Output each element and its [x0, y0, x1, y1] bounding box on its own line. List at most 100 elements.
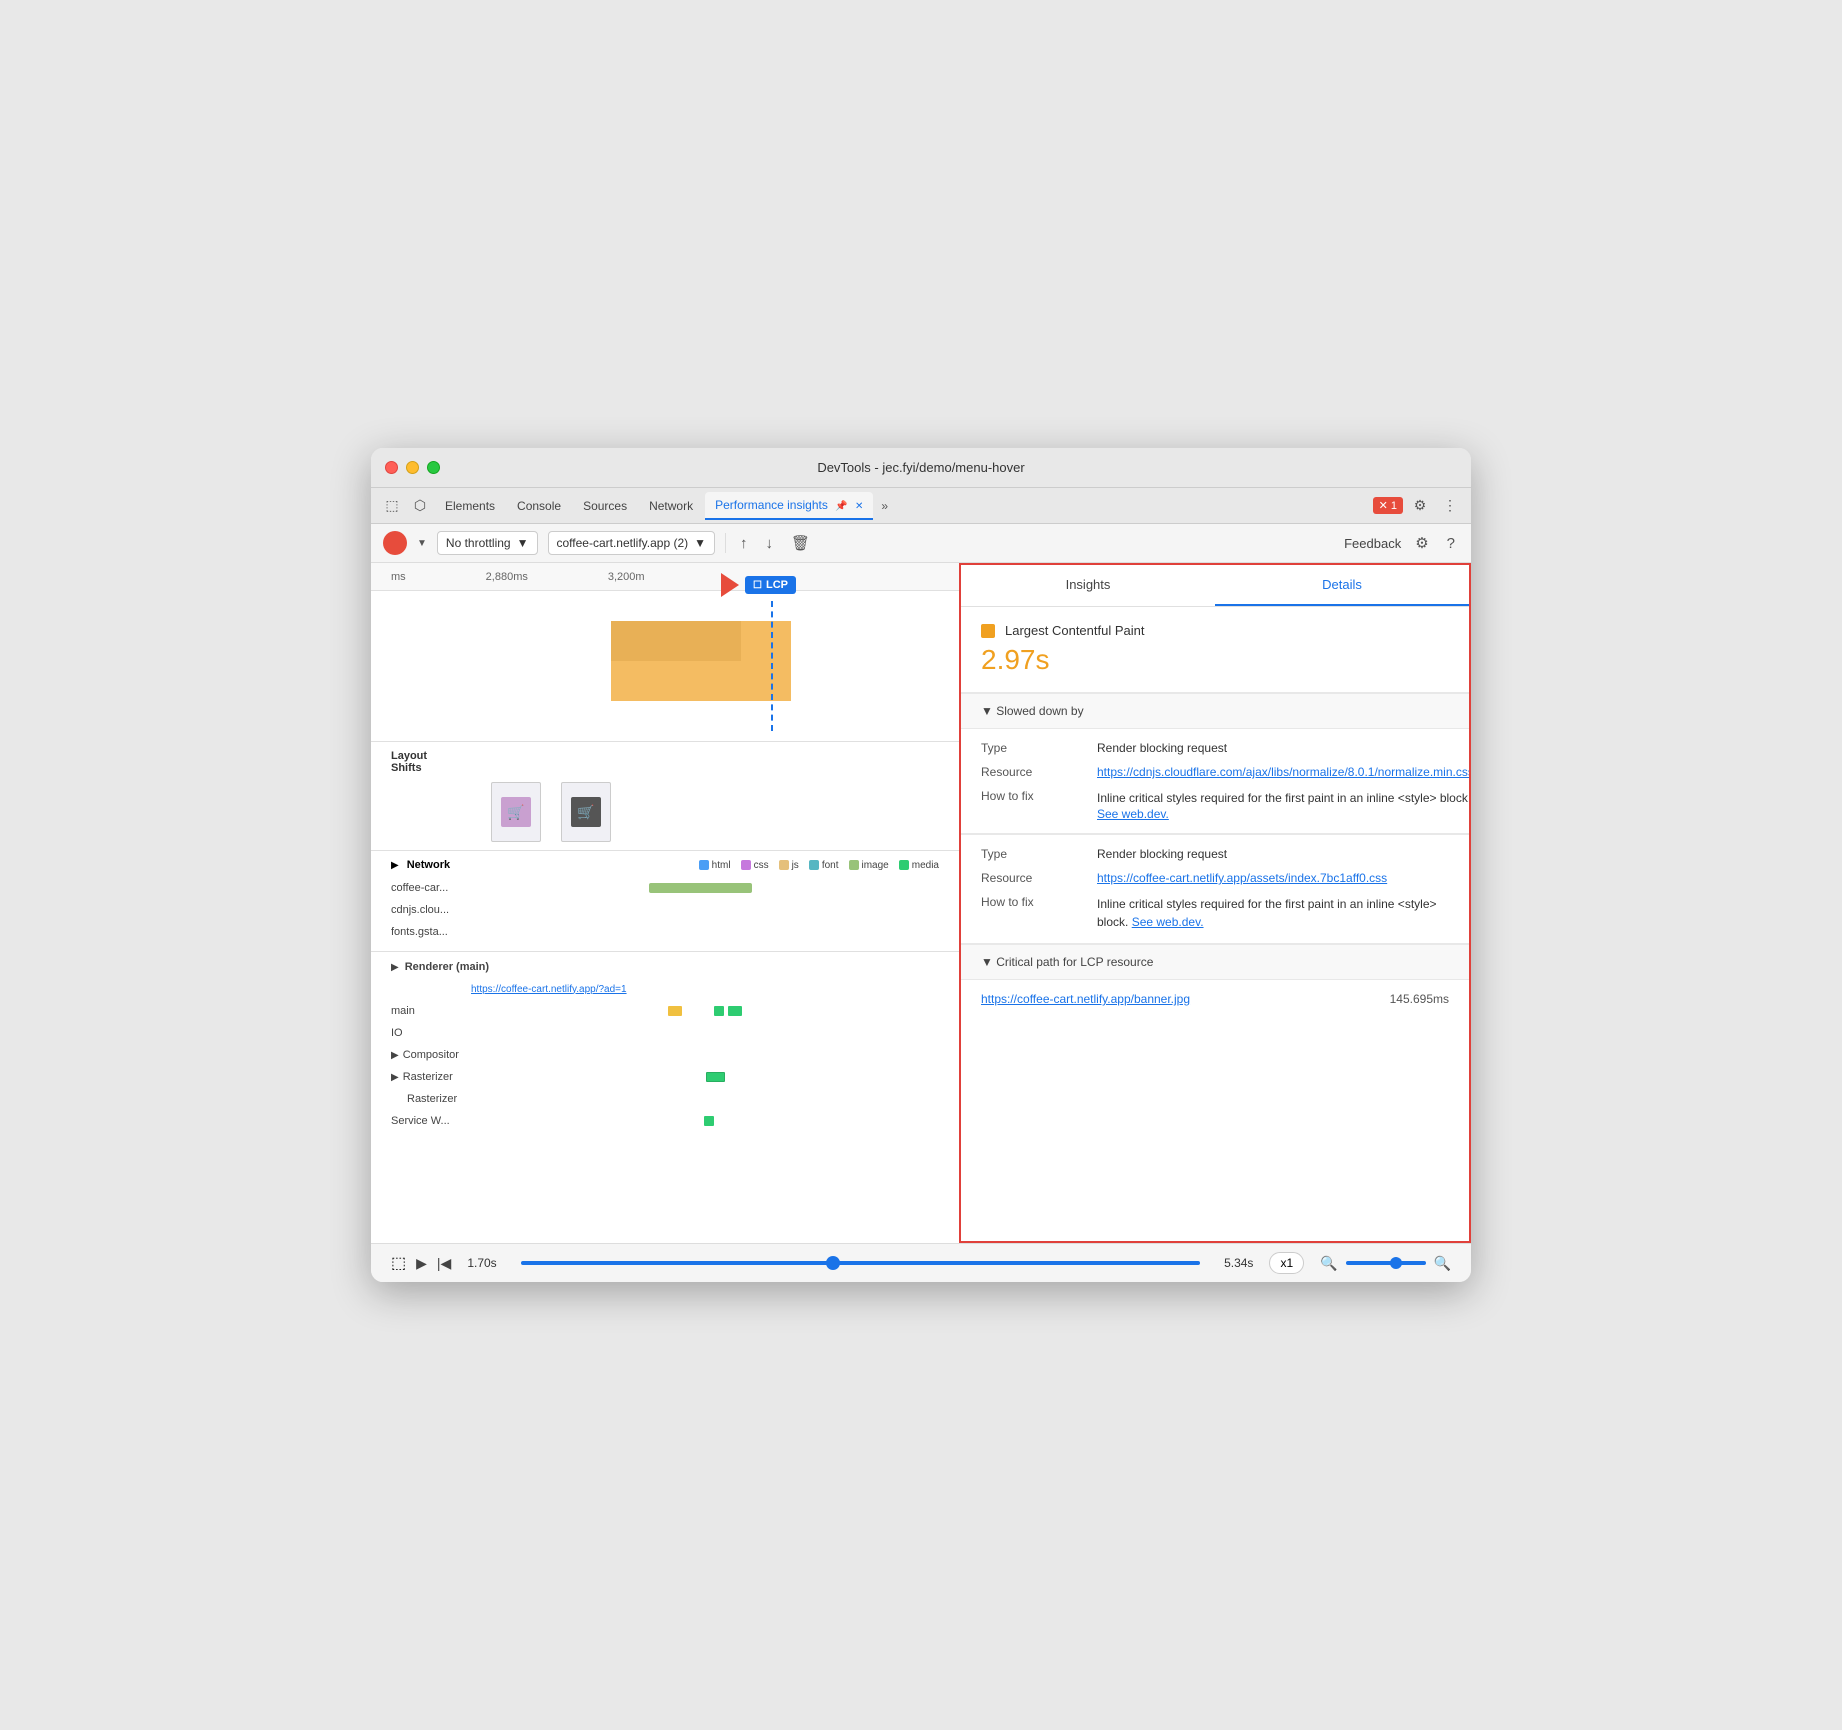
close-button[interactable]: [385, 461, 398, 474]
tab-console[interactable]: Console: [507, 493, 571, 519]
renderer-label: Renderer (main): [405, 961, 489, 973]
lcp-arrow-icon: [721, 573, 739, 597]
layout-thumbnails: 🛒 🛒: [491, 782, 939, 842]
tab-network[interactable]: Network: [639, 493, 703, 519]
rasterizer-bar: [706, 1072, 725, 1082]
fix-link-2[interactable]: See web.dev.: [1132, 915, 1204, 929]
toolbar-separator: [725, 533, 726, 553]
network-row-cdnjs[interactable]: cdnjs.clou...: [371, 899, 959, 921]
play-button[interactable]: ▶: [416, 1255, 427, 1272]
renderer-main-bar-area: [471, 1004, 939, 1018]
timeline-scrubber[interactable]: [521, 1261, 1200, 1265]
critical-path-section: https://coffee-cart.netlify.app/banner.j…: [961, 980, 1469, 1018]
renderer-section: ▶ Renderer (main) https://coffee-cart.ne…: [371, 951, 959, 1136]
chart-bars: [391, 601, 951, 731]
network-expand-icon[interactable]: ▶: [391, 860, 399, 871]
lcp-color-indicator: [981, 624, 995, 638]
close-tab-icon[interactable]: ✕: [855, 501, 863, 512]
zoom-area: 🔍 🔍: [1320, 1255, 1451, 1272]
rasterizer-expand-icon[interactable]: ▶: [391, 1072, 399, 1083]
thumbnail-2[interactable]: 🛒: [561, 782, 611, 842]
tab-sources[interactable]: Sources: [573, 493, 637, 519]
tab-details[interactable]: Details: [1215, 565, 1469, 606]
record-button[interactable]: [383, 531, 407, 555]
throttling-chevron: ▼: [517, 536, 529, 550]
legend-image: image: [849, 860, 889, 871]
network-row-label-fonts: fonts.gsta...: [391, 926, 471, 938]
network-row-fonts[interactable]: fonts.gsta...: [371, 921, 959, 943]
minimize-button[interactable]: [406, 461, 419, 474]
ruler-label-3200: 3,200m: [608, 571, 645, 583]
type-label-2: Type: [981, 847, 1081, 861]
rasterizer-label-2: Rasterizer: [407, 1093, 457, 1105]
critical-path-row: https://coffee-cart.netlify.app/banner.j…: [981, 992, 1449, 1006]
cursor-icon[interactable]: ⬚: [379, 493, 405, 519]
detail-grid-2: Type Render blocking request Resource ht…: [961, 835, 1469, 944]
devtools-tab-bar: ⬚ ⬡ Elements Console Sources Network Per…: [371, 488, 1471, 524]
profile-select[interactable]: coffee-cart.netlify.app (2) ▼: [548, 531, 716, 555]
timeline-panel: ms 2,880ms 3,200m ☐ LCP: [371, 563, 961, 1243]
fix-text-1: Inline critical styles required for the …: [1097, 789, 1469, 821]
resource-link-1[interactable]: https://cdnjs.cloudflare.com/ajax/libs/n…: [1097, 765, 1469, 779]
playback-controls: ⬚ ▶ |◀: [391, 1253, 451, 1273]
legend-js: js: [779, 860, 799, 871]
tab-performance-insights[interactable]: Performance insights 📌 ✕: [705, 492, 873, 520]
critical-path-link[interactable]: https://coffee-cart.netlify.app/banner.j…: [981, 992, 1190, 1006]
network-bar-area-cdnjs: [471, 903, 939, 917]
more-tabs-button[interactable]: »: [875, 495, 894, 517]
maximize-button[interactable]: [427, 461, 440, 474]
tab-insights[interactable]: Insights: [961, 565, 1215, 606]
lcp-dashed-line: [771, 601, 773, 731]
service-worker-bar: [704, 1116, 714, 1126]
error-count-badge[interactable]: ✕ 1: [1373, 497, 1403, 514]
flame-bar-3: [728, 1006, 742, 1016]
insights-tabs: Insights Details: [961, 565, 1469, 607]
lcp-metric-title: Largest Contentful Paint: [1005, 623, 1144, 638]
throttling-select[interactable]: No throttling ▼: [437, 531, 538, 555]
lcp-badge[interactable]: ☐ LCP: [745, 576, 796, 594]
settings-icon[interactable]: ⚙: [1407, 493, 1433, 519]
record-chevron[interactable]: ▼: [417, 538, 427, 549]
network-bar-area-fonts: [471, 925, 939, 939]
compositor-expand-icon[interactable]: ▶: [391, 1050, 399, 1061]
zoom-in-icon[interactable]: 🔍: [1434, 1255, 1451, 1272]
fix-text-2: Inline critical styles required for the …: [1097, 895, 1449, 931]
tab-elements[interactable]: Elements: [435, 493, 505, 519]
layout-shifts-section: LayoutShifts 🛒 🛒: [371, 741, 959, 850]
renderer-expand-icon[interactable]: ▶: [391, 962, 399, 973]
inspect-icon[interactable]: ⬡: [407, 493, 433, 519]
feedback-link[interactable]: Feedback: [1344, 536, 1401, 551]
skip-to-start-button[interactable]: |◀: [437, 1255, 451, 1272]
detail-grid-1: Type Render blocking request Resource ht…: [961, 729, 1469, 834]
renderer-url[interactable]: https://coffee-cart.netlify.app/?ad=1: [471, 984, 627, 995]
thumbnail-1[interactable]: 🛒: [491, 782, 541, 842]
network-label: Network: [407, 859, 450, 871]
orange-bar: [611, 621, 791, 701]
legend-font: font: [809, 860, 839, 871]
rasterizer-row-2: Rasterizer: [371, 1088, 959, 1110]
zoom-slider[interactable]: [1346, 1261, 1426, 1265]
upload-button[interactable]: ↑: [736, 531, 752, 556]
help-icon[interactable]: ?: [1443, 531, 1459, 556]
title-bar: DevTools - jec.fyi/demo/menu-hover: [371, 448, 1471, 488]
resource-link-2[interactable]: https://coffee-cart.netlify.app/assets/i…: [1097, 871, 1449, 885]
download-button[interactable]: ↓: [762, 531, 778, 556]
delete-button[interactable]: 🗑: [787, 530, 814, 556]
zoom-thumb[interactable]: [1390, 1257, 1402, 1269]
scrubber-thumb[interactable]: [826, 1256, 840, 1270]
fix-link-1[interactable]: See web.dev.: [1097, 807, 1169, 821]
more-options-icon[interactable]: ⋮: [1437, 493, 1463, 519]
timeline-ruler: ms 2,880ms 3,200m: [371, 563, 959, 591]
network-row-coffee[interactable]: coffee-car...: [371, 877, 959, 899]
rasterizer-label-1: Rasterizer: [403, 1071, 453, 1083]
performance-toolbar: ▼ No throttling ▼ coffee-cart.netlify.ap…: [371, 524, 1471, 563]
settings-gear-icon[interactable]: ⚙: [1411, 530, 1432, 556]
service-worker-bar-area: [450, 1114, 939, 1128]
critical-path-header[interactable]: ▼ Critical path for LCP resource: [961, 944, 1469, 980]
speed-selector[interactable]: x1: [1269, 1252, 1304, 1274]
zoom-out-icon[interactable]: 🔍: [1320, 1255, 1337, 1272]
screenshot-icon[interactable]: ⬚: [391, 1253, 406, 1273]
ruler-label-2880: 2,880ms: [486, 571, 528, 583]
slowed-down-header[interactable]: ▼ Slowed down by: [961, 693, 1469, 729]
lcp-marker: ☐ LCP: [721, 573, 796, 597]
